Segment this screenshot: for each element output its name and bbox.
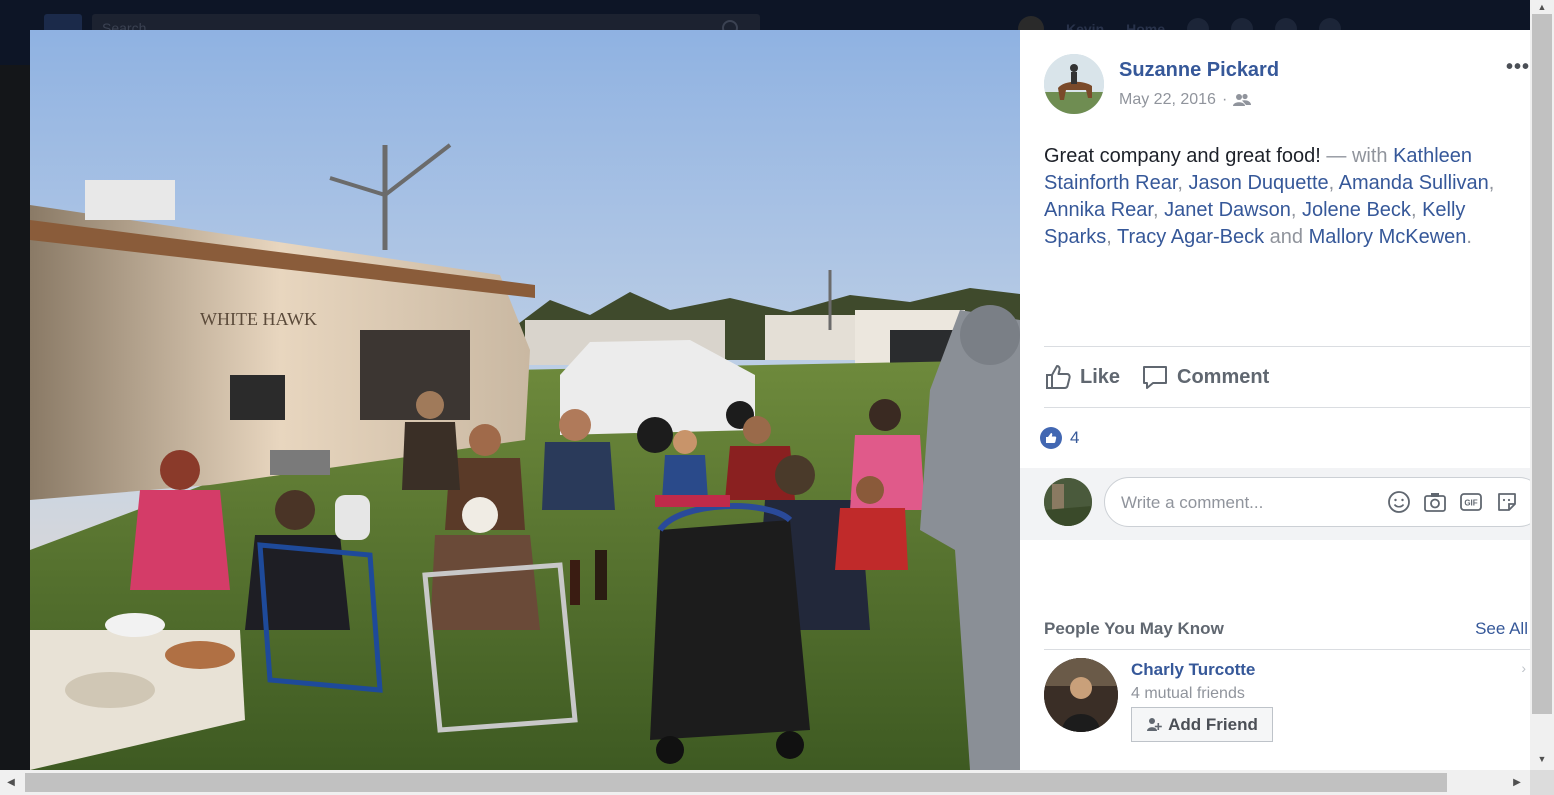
campsite-photo-illustration: WHITE HAWK (30, 30, 1020, 770)
horizontal-scrollbar-thumb[interactable] (25, 773, 1447, 792)
tagged-person-link[interactable]: Janet Dawson (1164, 199, 1291, 221)
svg-text:GIF: GIF (1464, 499, 1477, 508)
like-label: Like (1080, 365, 1121, 388)
tag-comma: , (1410, 199, 1423, 221)
author-name-link[interactable]: Suzanne Pickard (1119, 59, 1279, 82)
emoji-icon[interactable] (1387, 490, 1411, 514)
tag-comma: , (1328, 172, 1339, 194)
camera-icon[interactable] (1423, 490, 1447, 514)
tagged-person-link[interactable]: Annika Rear (1044, 199, 1153, 221)
author-avatar[interactable] (1044, 54, 1104, 114)
post-text: Great company and great food! (1044, 145, 1321, 167)
scroll-left-arrow-icon[interactable]: ◀ (2, 770, 20, 795)
thumbs-up-icon (1046, 365, 1071, 389)
current-user-avatar (1044, 478, 1092, 526)
comment-bubble-icon (1143, 366, 1167, 389)
post-message: Great company and great food! — with Kat… (1044, 143, 1522, 251)
author-avatar-image (1044, 54, 1104, 114)
add-friend-label: Add Friend (1168, 714, 1258, 734)
tag-comma: , (1177, 172, 1189, 194)
background-left-edge (0, 65, 30, 770)
see-all-link[interactable]: See All (1475, 619, 1528, 639)
scroll-right-arrow-icon[interactable]: ▶ (1508, 770, 1526, 795)
post-info-panel: Suzanne Pickard May 22, 2016 · ••• Great… (1020, 30, 1544, 770)
post-meta: May 22, 2016 · (1119, 91, 1252, 109)
divider (1044, 649, 1530, 650)
suggested-friend-avatar[interactable] (1044, 658, 1118, 732)
tag-comma: , (1290, 199, 1302, 221)
svg-text:WHITE HAWK: WHITE HAWK (200, 309, 317, 329)
end-punctuation: . (1466, 226, 1472, 248)
tag-comma: , (1106, 226, 1118, 248)
comment-attachment-icons: GIF (1387, 490, 1519, 514)
tag-comma: , (1488, 172, 1495, 194)
with-prefix: — with (1320, 145, 1394, 167)
tagged-person-link[interactable]: Amanda Sullivan (1339, 172, 1489, 194)
add-friend-button[interactable]: Add Friend (1131, 707, 1273, 742)
more-options-button[interactable]: ••• (1506, 56, 1530, 79)
and-word: and (1264, 226, 1309, 248)
tagged-person-link[interactable]: Jolene Beck (1302, 199, 1411, 221)
comment-button[interactable]: Comment (1141, 363, 1269, 391)
comment-input-box[interactable]: GIF (1104, 477, 1544, 528)
vertical-scrollbar-thumb[interactable] (1532, 14, 1552, 714)
reaction-count: 4 (1070, 428, 1080, 447)
chevron-right-icon[interactable]: › (1521, 660, 1526, 676)
post-photo[interactable]: WHITE HAWK (30, 30, 1020, 770)
like-reaction-icon (1040, 427, 1062, 449)
divider (1044, 346, 1530, 347)
comment-input[interactable] (1119, 478, 1373, 528)
tagged-person-link[interactable]: Tracy Agar-Beck (1117, 226, 1264, 248)
comment-composer: GIF (1020, 468, 1544, 540)
suggested-friend-name[interactable]: Charly Turcotte (1131, 660, 1255, 680)
tagged-person-link[interactable]: Jason Duquette (1189, 172, 1329, 194)
divider (1044, 407, 1530, 408)
like-button[interactable]: Like (1044, 363, 1120, 391)
tag-comma: , (1152, 199, 1165, 221)
meta-separator: · (1221, 91, 1228, 108)
friends-icon[interactable] (1233, 93, 1252, 107)
tagged-person-link[interactable]: Mallory McKewen (1309, 226, 1467, 248)
comment-label: Comment (1177, 365, 1270, 388)
mutual-friends-count[interactable]: 4 mutual friends (1131, 685, 1245, 703)
reactions-summary[interactable]: 4 (1040, 427, 1079, 449)
post-date[interactable]: May 22, 2016 (1119, 91, 1216, 109)
scroll-down-arrow-icon[interactable]: ▼ (1530, 752, 1554, 766)
scroll-up-arrow-icon[interactable]: ▲ (1530, 0, 1554, 14)
gif-icon[interactable]: GIF (1459, 490, 1483, 514)
sticker-icon[interactable] (1495, 490, 1519, 514)
people-you-may-know-title: People You May Know (1044, 619, 1224, 638)
scrollbar-corner (1530, 770, 1554, 795)
add-friend-icon (1147, 717, 1162, 731)
